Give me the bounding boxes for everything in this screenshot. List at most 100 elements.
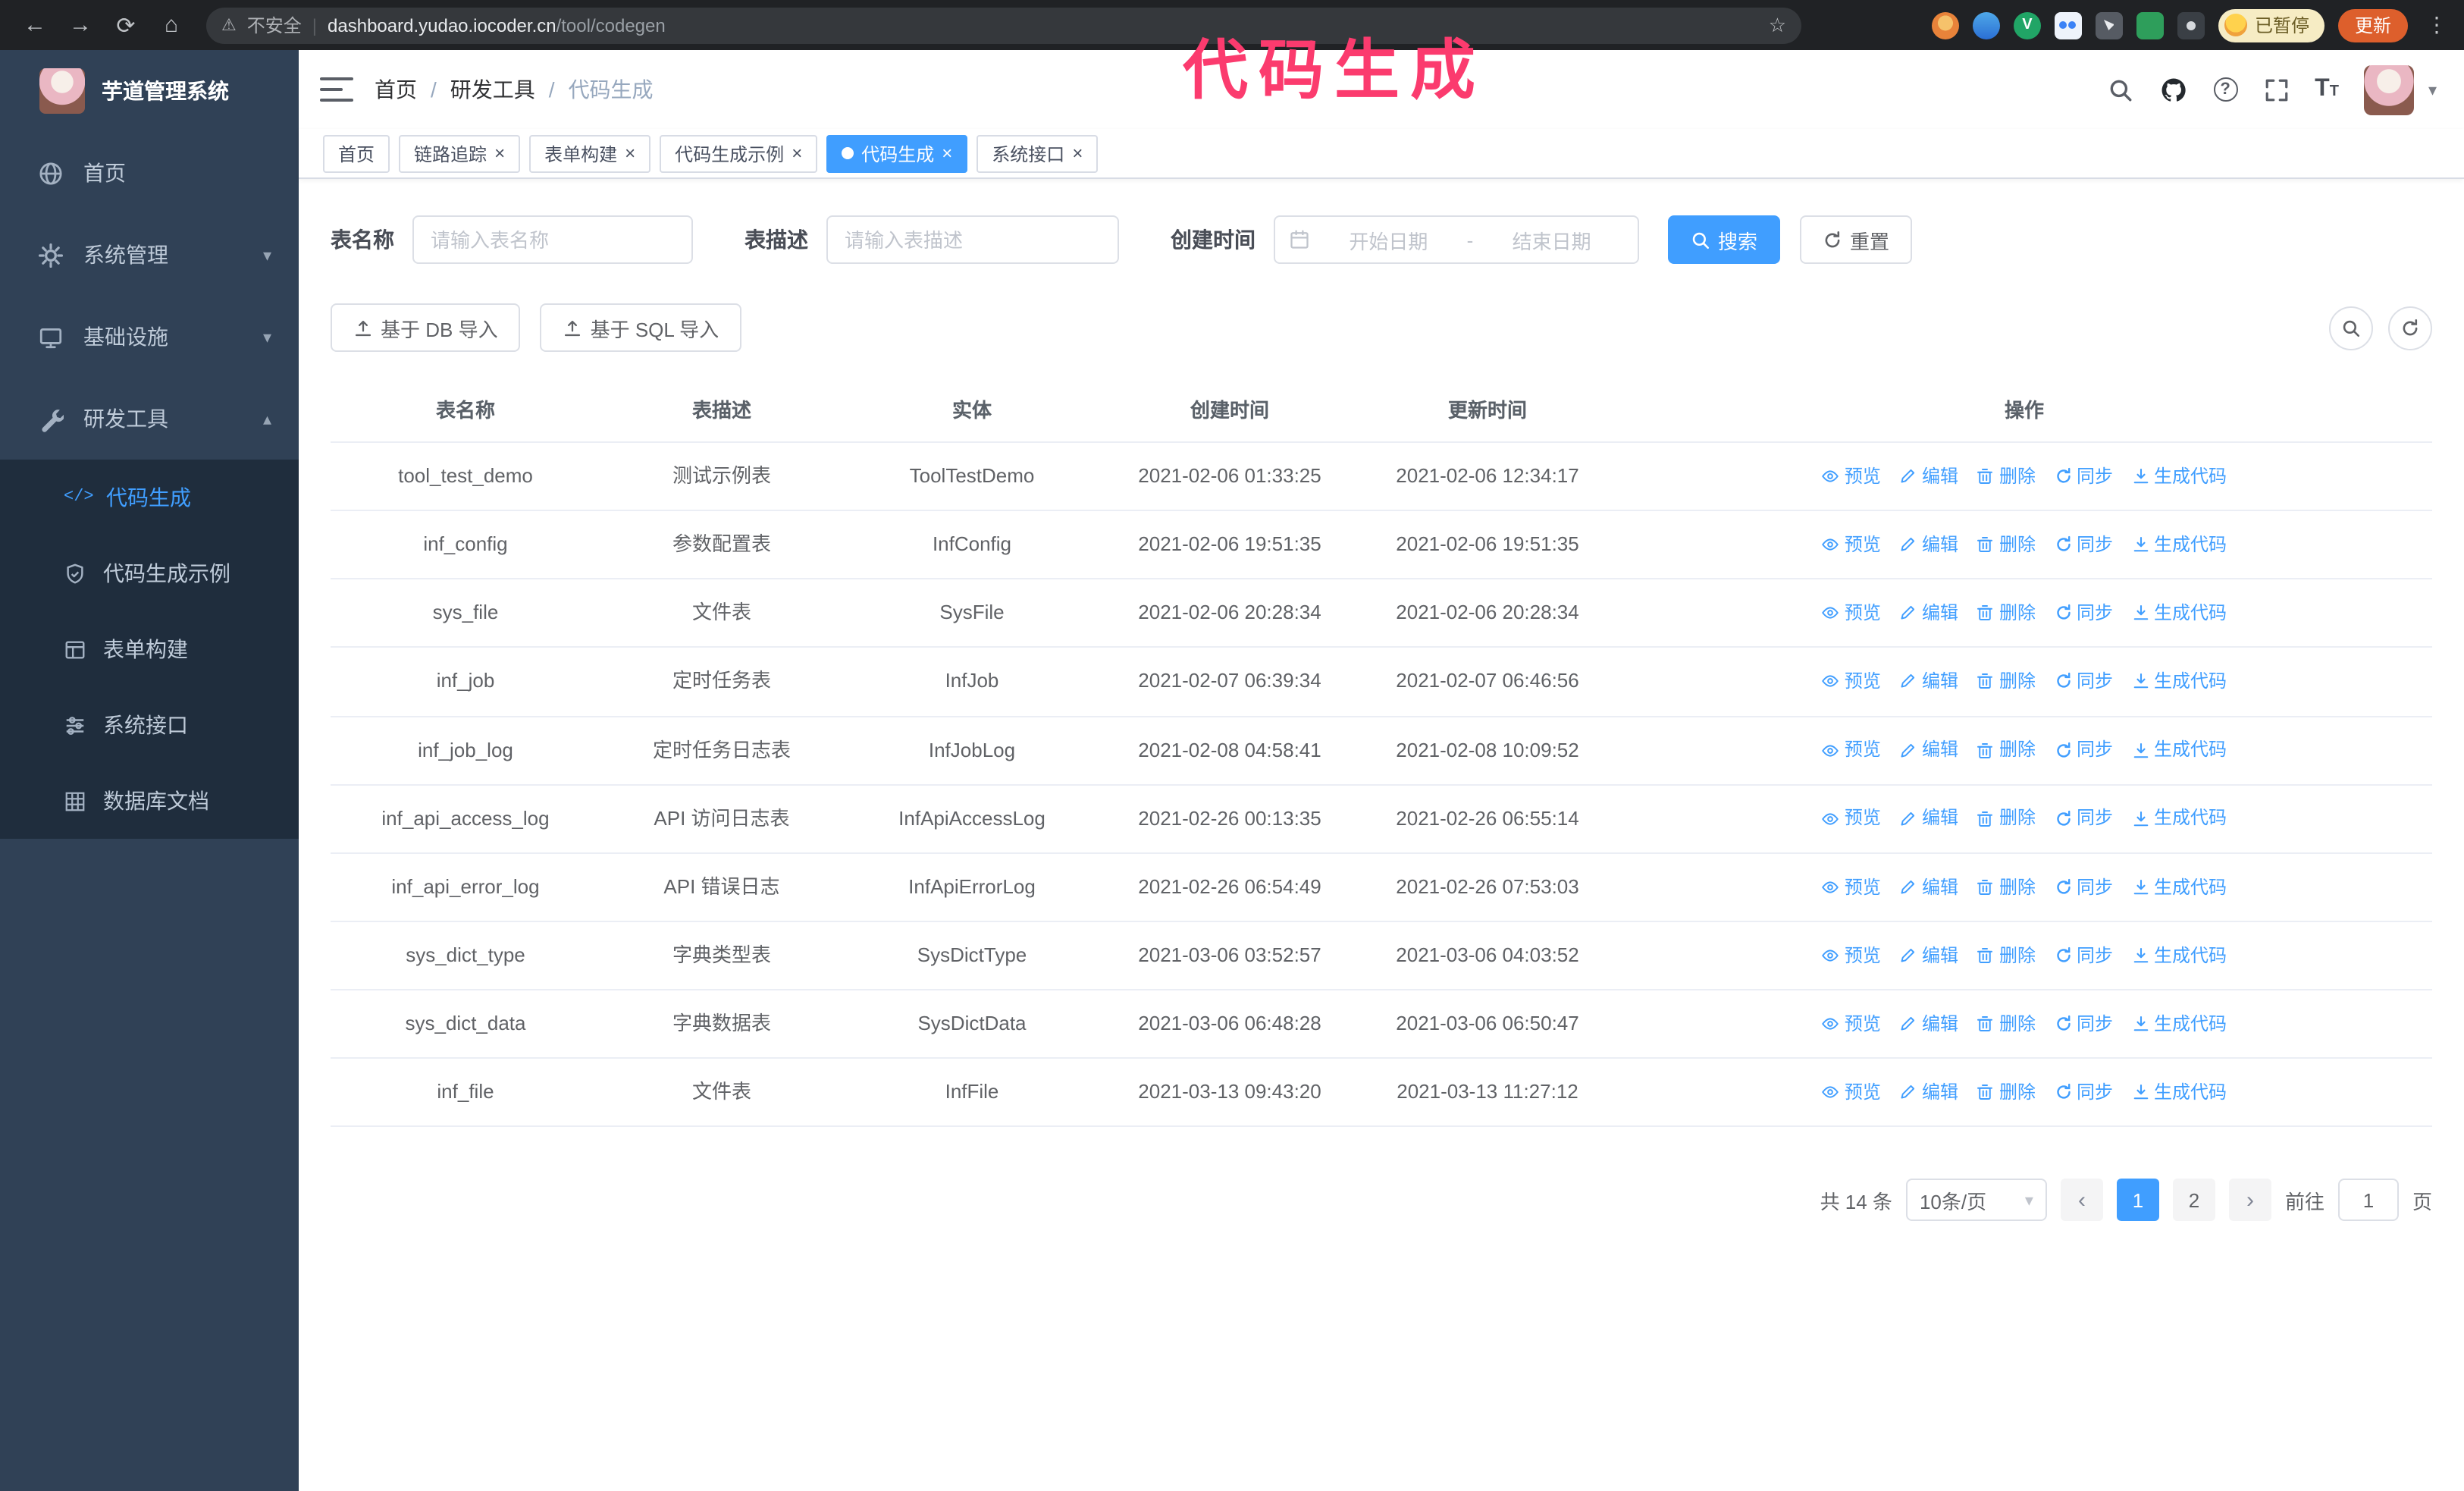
close-tab-icon[interactable]: × — [792, 144, 802, 162]
sidebar-item-infrastructure[interactable]: 基础设施 ▾ — [0, 296, 299, 378]
refresh-table-button[interactable] — [2388, 306, 2432, 350]
preview-link[interactable]: 预览 — [1822, 1010, 1881, 1038]
delete-link[interactable]: 删除 — [1977, 942, 2036, 970]
back-button[interactable]: ← — [15, 12, 55, 38]
help-icon[interactable]: ? — [2213, 77, 2238, 102]
generate-code-link[interactable]: 生成代码 — [2131, 599, 2227, 627]
profile-paused-badge[interactable]: 已暂停 — [2218, 8, 2324, 42]
tab[interactable]: 代码生成示例 × — [660, 134, 818, 172]
edit-link[interactable]: 编辑 — [1899, 1010, 1958, 1038]
extension-icon-people[interactable] — [2054, 11, 2082, 39]
search-button[interactable]: 搜索 — [1668, 215, 1781, 264]
page-size-select[interactable]: 10条/页 ▾ — [1905, 1179, 2047, 1222]
edit-link[interactable]: 编辑 — [1899, 942, 1958, 970]
preview-link[interactable]: 预览 — [1822, 1078, 1881, 1106]
close-tab-icon[interactable]: × — [942, 144, 952, 162]
preview-link[interactable]: 预览 — [1822, 463, 1881, 491]
edit-link[interactable]: 编辑 — [1899, 599, 1958, 627]
import-db-button[interactable]: 基于 DB 导入 — [331, 303, 521, 352]
close-tab-icon[interactable]: × — [494, 144, 505, 162]
tab[interactable]: 系统接口 × — [977, 134, 1099, 172]
prev-page-button[interactable]: ‹ — [2060, 1179, 2103, 1222]
reset-button[interactable]: 重置 — [1800, 215, 1913, 264]
sidebar-item-home[interactable]: 首页 — [0, 132, 299, 214]
preview-link[interactable]: 预览 — [1822, 873, 1881, 901]
edit-link[interactable]: 编辑 — [1899, 805, 1958, 833]
preview-link[interactable]: 预览 — [1822, 942, 1881, 970]
preview-link[interactable]: 预览 — [1822, 531, 1881, 559]
edit-link[interactable]: 编辑 — [1899, 873, 1958, 901]
generate-code-link[interactable]: 生成代码 — [2131, 1010, 2227, 1038]
extension-icon-blue-drop[interactable] — [1972, 11, 2000, 39]
delete-link[interactable]: 删除 — [1977, 805, 2036, 833]
sidebar-subitem-system-api[interactable]: 系统接口 — [0, 687, 299, 763]
preview-link[interactable]: 预览 — [1822, 805, 1881, 833]
generate-code-link[interactable]: 生成代码 — [2131, 667, 2227, 695]
sync-link[interactable]: 同步 — [2054, 1010, 2113, 1038]
sync-link[interactable]: 同步 — [2054, 873, 2113, 901]
table-desc-input[interactable] — [826, 215, 1119, 264]
sync-link[interactable]: 同步 — [2054, 599, 2113, 627]
delete-link[interactable]: 删除 — [1977, 599, 2036, 627]
sidebar-item-dev-tools[interactable]: 研发工具 ▴ — [0, 378, 299, 460]
close-tab-icon[interactable]: × — [625, 144, 635, 162]
create-time-range-picker[interactable]: 开始日期 - 结束日期 — [1274, 215, 1639, 264]
chrome-menu-icon[interactable]: ⋮ — [2422, 12, 2452, 38]
generate-code-link[interactable]: 生成代码 — [2131, 873, 2227, 901]
extension-icon-leaf[interactable] — [2136, 11, 2164, 39]
edit-link[interactable]: 编辑 — [1899, 463, 1958, 491]
next-page-button[interactable]: › — [2228, 1179, 2271, 1222]
sidebar-subitem-db-document[interactable]: 数据库文档 — [0, 763, 299, 839]
user-avatar[interactable] — [2364, 64, 2415, 115]
tab[interactable]: 首页 — [323, 134, 390, 172]
page-number-button[interactable]: 1 — [2116, 1179, 2159, 1222]
generate-code-link[interactable]: 生成代码 — [2131, 1078, 2227, 1106]
toggle-search-button[interactable] — [2329, 306, 2373, 350]
tab[interactable]: 链路追踪 × — [399, 134, 521, 172]
delete-link[interactable]: 删除 — [1977, 736, 2036, 764]
delete-link[interactable]: 删除 — [1977, 1078, 2036, 1106]
preview-link[interactable]: 预览 — [1822, 736, 1881, 764]
home-button[interactable]: ⌂ — [152, 12, 191, 38]
delete-link[interactable]: 删除 — [1977, 1010, 2036, 1038]
preview-link[interactable]: 预览 — [1822, 599, 1881, 627]
generate-code-link[interactable]: 生成代码 — [2131, 736, 2227, 764]
generate-code-link[interactable]: 生成代码 — [2131, 942, 2227, 970]
sidebar-subitem-code-generation[interactable]: </> 代码生成 — [0, 460, 299, 535]
generate-code-link[interactable]: 生成代码 — [2131, 531, 2227, 559]
tab[interactable]: 代码生成 × — [826, 134, 968, 172]
sidebar-subitem-codegen-example[interactable]: 代码生成示例 — [0, 535, 299, 611]
generate-code-link[interactable]: 生成代码 — [2131, 463, 2227, 491]
sync-link[interactable]: 同步 — [2054, 942, 2113, 970]
edit-link[interactable]: 编辑 — [1899, 667, 1958, 695]
address-bar[interactable]: ⚠ 不安全 | dashboard.yudao.iocoder.cn/tool/… — [206, 7, 1801, 43]
preview-link[interactable]: 预览 — [1822, 667, 1881, 695]
reload-button[interactable]: ⟳ — [106, 11, 146, 39]
sync-link[interactable]: 同步 — [2054, 463, 2113, 491]
fullscreen-icon[interactable] — [2263, 77, 2289, 102]
caret-down-icon[interactable]: ▾ — [2428, 80, 2437, 99]
sync-link[interactable]: 同步 — [2054, 736, 2113, 764]
tab[interactable]: 表单构建 × — [529, 134, 651, 172]
search-icon[interactable] — [2107, 77, 2133, 102]
breadcrumb-home[interactable]: 首页 — [375, 74, 417, 105]
chrome-update-button[interactable]: 更新 — [2337, 8, 2408, 42]
edit-link[interactable]: 编辑 — [1899, 1078, 1958, 1106]
font-size-icon[interactable]: TT — [2315, 76, 2339, 103]
breadcrumb-dev-tools[interactable]: 研发工具 — [450, 74, 535, 105]
bookmark-star-icon[interactable]: ☆ — [1769, 13, 1786, 37]
extension-icon-cursor[interactable] — [2095, 11, 2123, 39]
sync-link[interactable]: 同步 — [2054, 1078, 2113, 1106]
extension-icon-pin[interactable] — [2177, 11, 2205, 39]
generate-code-link[interactable]: 生成代码 — [2131, 805, 2227, 833]
import-sql-button[interactable]: 基于 SQL 导入 — [540, 303, 742, 352]
sync-link[interactable]: 同步 — [2054, 667, 2113, 695]
extension-icon-orange[interactable] — [1931, 11, 1959, 39]
sidebar-item-system-management[interactable]: 系统管理 ▾ — [0, 214, 299, 296]
sync-link[interactable]: 同步 — [2054, 805, 2113, 833]
close-tab-icon[interactable]: × — [1072, 144, 1083, 162]
sidebar-subitem-form-builder[interactable]: 表单构建 — [0, 611, 299, 687]
page-number-button[interactable]: 2 — [2172, 1179, 2215, 1222]
github-icon[interactable] — [2158, 75, 2187, 104]
delete-link[interactable]: 删除 — [1977, 667, 2036, 695]
